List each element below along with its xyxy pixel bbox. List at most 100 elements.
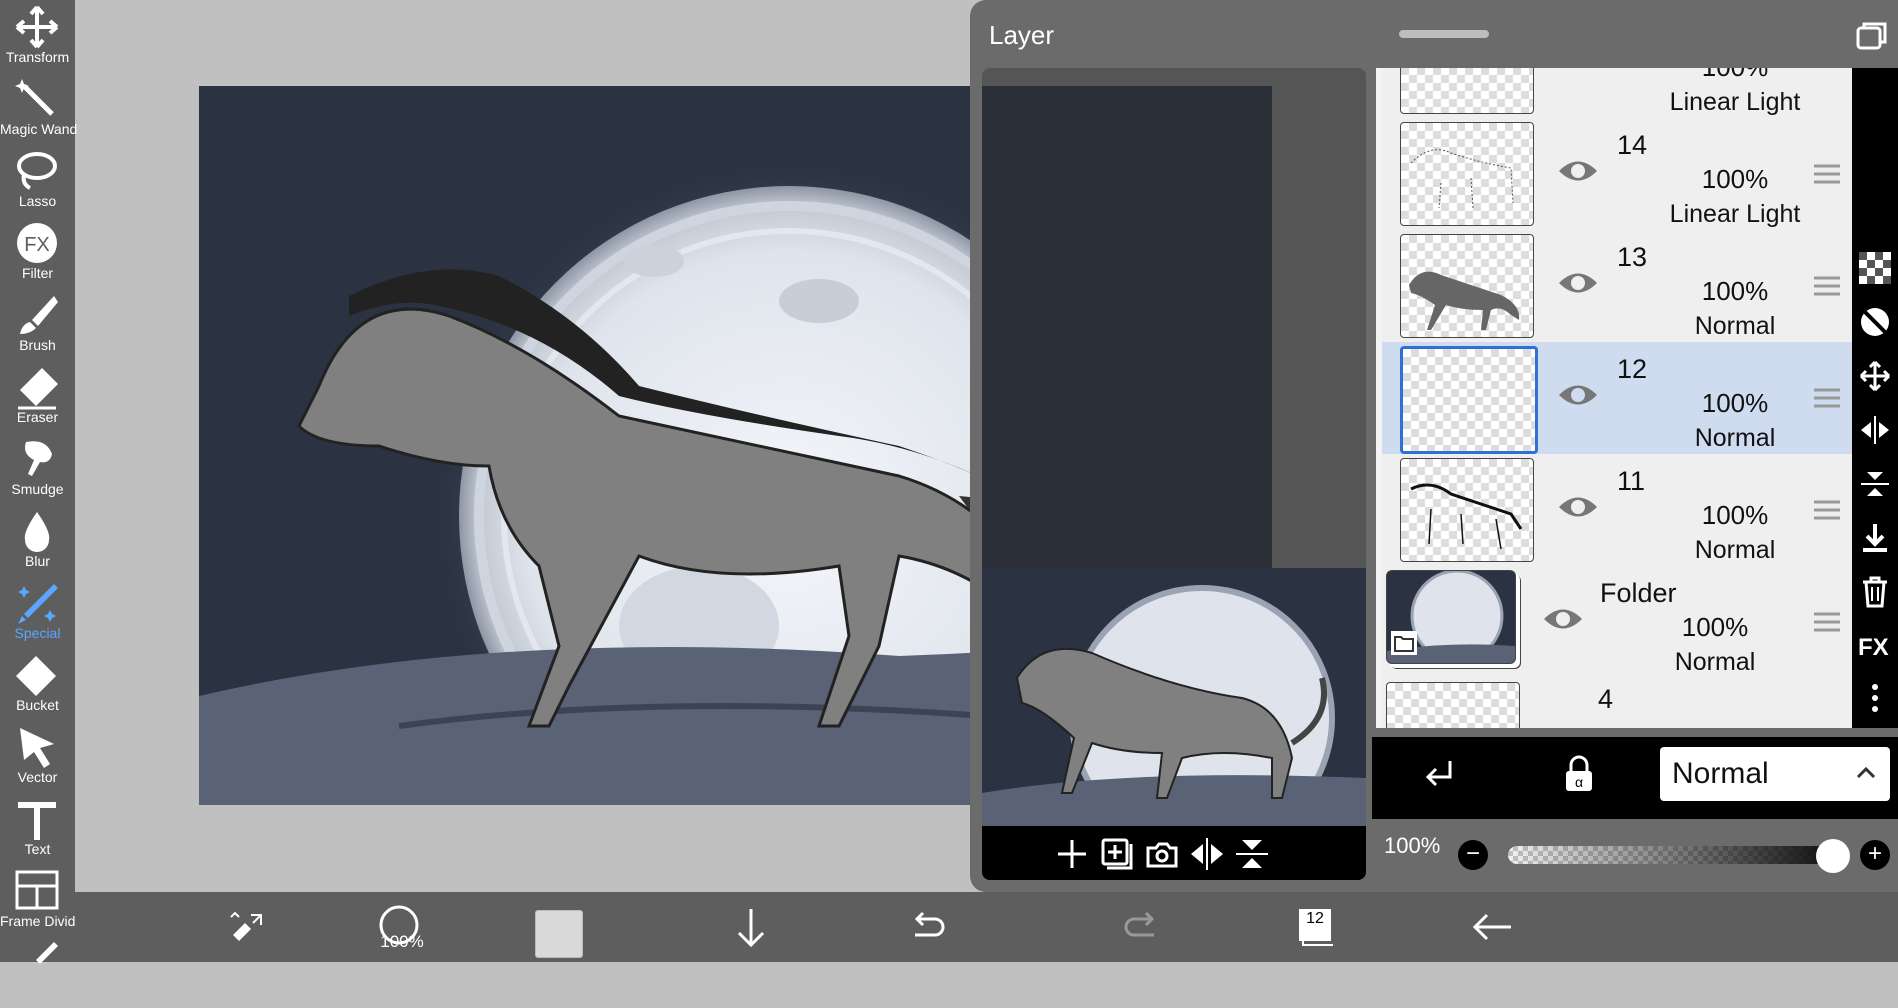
visibility-eye-icon[interactable] — [1557, 492, 1599, 522]
layer-list: 100% Linear Light 14 100% Linear Light 1… — [1376, 68, 1858, 728]
visibility-eye-icon[interactable] — [1542, 604, 1584, 634]
flip-vertical-icon[interactable] — [1859, 468, 1891, 500]
svg-text:FX: FX — [24, 234, 50, 256]
opacity-increase-button[interactable]: + — [1860, 840, 1890, 870]
fx-button[interactable]: FX — [1858, 634, 1889, 662]
tool-label: Bucket — [16, 697, 59, 713]
layer-preview-area — [982, 68, 1366, 880]
tool-lasso[interactable]: Lasso — [0, 144, 75, 216]
layer-row[interactable]: 100% Linear Light — [1382, 68, 1858, 120]
camera-icon[interactable] — [1142, 836, 1182, 872]
tool-label: Brush — [19, 337, 56, 353]
layer-row[interactable]: 13 100% Normal — [1382, 230, 1858, 344]
layer-blend-mode: Linear Light — [1669, 88, 1801, 116]
flip-horizontal-icon[interactable] — [1187, 836, 1227, 872]
layer-row-selected[interactable]: 12 100% Normal — [1382, 342, 1858, 456]
tool-blur[interactable]: Blur — [0, 504, 75, 576]
tool-frame-divider[interactable]: Frame Divider — [0, 864, 88, 936]
layer-actions-column: FX — [1852, 68, 1898, 728]
tool-filter[interactable]: FX Filter — [0, 216, 75, 288]
layers-count: 12 — [1306, 910, 1324, 927]
tool-eraser[interactable]: Eraser — [0, 360, 75, 432]
opacity-bar: 100% − + — [1372, 819, 1898, 892]
blend-mode-select[interactable]: Normal — [1660, 747, 1890, 801]
drag-handle-icon[interactable] — [1812, 498, 1842, 522]
layer-blend-mode: Normal — [1694, 536, 1776, 564]
brush-size-button[interactable]: 100% — [357, 892, 437, 962]
tool-label: Magic Wand — [0, 121, 78, 137]
layer-thumbnail — [1400, 346, 1538, 454]
layer-row[interactable]: 14 100% Linear Light — [1382, 118, 1858, 232]
tool-special[interactable]: Special — [0, 576, 75, 648]
layer-blend-mode: Normal — [1674, 648, 1756, 676]
tool-transform[interactable]: Transform — [0, 0, 75, 72]
visibility-eye-icon[interactable] — [1557, 268, 1599, 298]
layer-panel: Layer 100% Linear Light — [970, 0, 1898, 892]
tool-brush[interactable]: Brush — [0, 288, 75, 360]
color-swatch-button[interactable] — [535, 892, 615, 962]
more-options-icon[interactable] — [1859, 682, 1891, 714]
panel-drag-handle[interactable] — [1399, 30, 1489, 38]
layers-button[interactable]: 12 — [1275, 892, 1355, 962]
swap-tool-icon — [230, 911, 262, 941]
drag-handle-icon[interactable] — [1812, 274, 1842, 298]
layer-name: 11 — [1617, 466, 1646, 496]
add-layer-icon[interactable] — [1052, 836, 1092, 872]
back-button[interactable] — [1451, 892, 1531, 962]
duplicate-layer-icon[interactable] — [1097, 836, 1137, 872]
tool-smudge[interactable]: Smudge — [0, 432, 75, 504]
trash-icon[interactable] — [1859, 576, 1891, 608]
merge-down-icon[interactable] — [1859, 522, 1891, 554]
swap-color-button[interactable] — [205, 892, 285, 962]
opacity-decrease-button[interactable]: − — [1458, 840, 1488, 870]
visibility-eye-icon[interactable] — [1557, 156, 1599, 186]
brush-icon — [20, 296, 58, 334]
opacity-slider-knob[interactable] — [1816, 839, 1850, 873]
layer-name: 12 — [1617, 354, 1648, 384]
redo-button[interactable] — [1100, 892, 1180, 962]
arrow-left-icon — [1472, 913, 1511, 941]
folder-row[interactable]: Folder 100% Normal — [1382, 566, 1858, 680]
alpha-lock-icon[interactable]: α — [1562, 755, 1596, 793]
undo-button[interactable] — [885, 892, 965, 962]
preview-thumbnail[interactable] — [982, 568, 1366, 826]
move-layer-icon[interactable] — [1859, 360, 1891, 392]
tool-more-brush[interactable] — [0, 936, 75, 1008]
special-pen-icon — [18, 584, 58, 624]
window-restore-icon[interactable] — [1856, 20, 1888, 50]
tool-label: Eraser — [16, 409, 59, 425]
layer-blend-mode: Normal — [1694, 424, 1776, 452]
drag-handle-icon[interactable] — [1812, 162, 1842, 186]
transparency-lock-icon[interactable] — [1859, 252, 1891, 284]
tool-bucket[interactable]: Bucket — [0, 648, 75, 720]
flip-vertical-icon[interactable] — [1232, 836, 1272, 872]
layer-thumbnail — [1400, 458, 1534, 562]
download-button[interactable] — [709, 892, 789, 962]
layer-opacity: 100% — [1681, 612, 1749, 642]
tool-palette: Transform Magic Wand Lasso FX Filter Bru… — [0, 0, 88, 964]
tool-label: Blur — [25, 553, 50, 569]
undo-icon — [914, 911, 945, 937]
redo-icon — [1124, 911, 1155, 937]
tool-label: Vector — [17, 769, 58, 785]
tool-vector[interactable]: Vector — [0, 720, 75, 792]
layer-row[interactable]: 4 — [1382, 678, 1858, 728]
layer-row[interactable]: 11 100% Normal — [1382, 454, 1858, 568]
bucket-icon — [16, 656, 56, 696]
frame-divider-icon — [15, 870, 59, 910]
flip-horizontal-icon[interactable] — [1859, 414, 1891, 446]
brush-size-label: 100% — [380, 932, 424, 951]
drag-handle-icon[interactable] — [1812, 610, 1842, 634]
tool-text[interactable]: Text — [0, 792, 75, 864]
opacity-slider[interactable] — [1508, 846, 1830, 864]
chevron-up-icon — [1856, 766, 1876, 779]
transform-icon — [15, 5, 59, 49]
drag-handle-icon[interactable] — [1812, 386, 1842, 410]
eraser-icon — [18, 368, 58, 410]
tool-label: Smudge — [11, 481, 64, 497]
smudge-icon — [25, 441, 52, 476]
clip-mask-icon[interactable] — [1859, 306, 1891, 338]
visibility-eye-icon[interactable] — [1557, 380, 1599, 410]
tool-magic-wand[interactable]: Magic Wand — [0, 72, 78, 144]
clipping-icon[interactable] — [1422, 757, 1456, 793]
